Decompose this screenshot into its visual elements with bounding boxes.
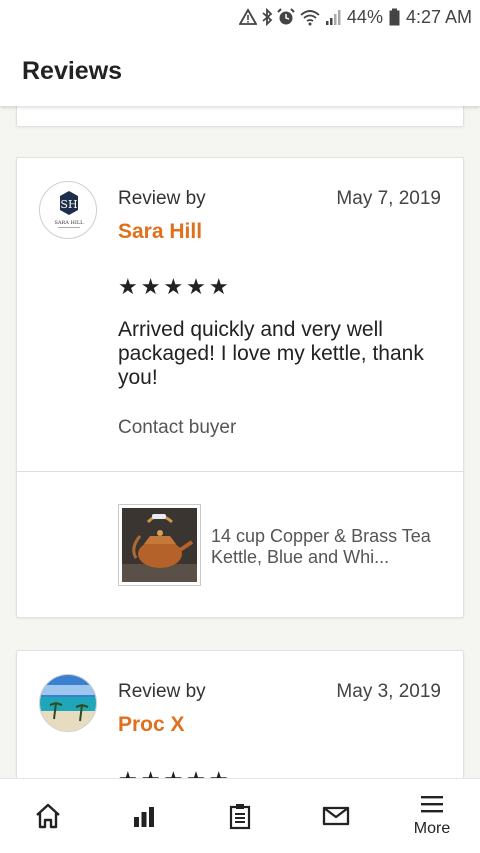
battery-icon [389, 8, 400, 26]
review-by-label: Review by [118, 681, 206, 702]
divider [17, 471, 463, 472]
nav-home[interactable] [0, 779, 96, 853]
status-bar: 44% 4:27 AM [0, 0, 480, 34]
envelope-icon [322, 806, 350, 826]
home-icon [36, 803, 60, 829]
wifi-icon [300, 10, 320, 26]
review-date: May 3, 2019 [336, 681, 441, 702]
app-header: Reviews [0, 34, 480, 106]
alarm-icon [277, 8, 295, 25]
svg-text:SH: SH [60, 198, 77, 211]
status-icons [238, 8, 341, 26]
review-date: May 7, 2019 [336, 188, 441, 209]
review-by-label: Review by [118, 188, 206, 209]
nav-stats[interactable] [96, 779, 192, 853]
nav-messages[interactable] [288, 779, 384, 853]
clock-time: 4:27 AM [405, 6, 472, 27]
avatar-logo-text: SARA HILL [55, 220, 85, 226]
bluetooth-icon [262, 8, 273, 26]
page-title: Reviews [22, 57, 123, 85]
bottom-nav: More [0, 778, 480, 853]
review-text: Arrived quickly and very well packaged! … [118, 318, 424, 389]
item-thumbnail[interactable] [118, 504, 201, 586]
nav-orders[interactable] [192, 779, 288, 853]
reviewer-name[interactable]: Proc X [118, 713, 185, 737]
contact-buyer-link[interactable]: Contact buyer [118, 417, 236, 439]
warning-icon [238, 8, 257, 25]
avatar[interactable] [39, 674, 97, 732]
clipboard-icon [229, 804, 251, 830]
signal-icon [325, 10, 341, 25]
item-title[interactable]: 14 cup Copper & Brass Tea Kettle, Blue a… [211, 526, 451, 568]
avatar[interactable]: SH SARA HILL [39, 181, 97, 239]
reviewer-name[interactable]: Sara Hill [118, 220, 202, 244]
bar-chart-icon [134, 807, 154, 827]
review-card: SH SARA HILL Review by Sara Hill May 7, … [16, 157, 464, 618]
nav-more[interactable]: More [384, 779, 480, 853]
star-rating: ★★★★★ [118, 274, 232, 299]
battery-percent: 44% [346, 6, 383, 27]
menu-icon [421, 796, 443, 813]
nav-more-label: More [413, 820, 451, 837]
